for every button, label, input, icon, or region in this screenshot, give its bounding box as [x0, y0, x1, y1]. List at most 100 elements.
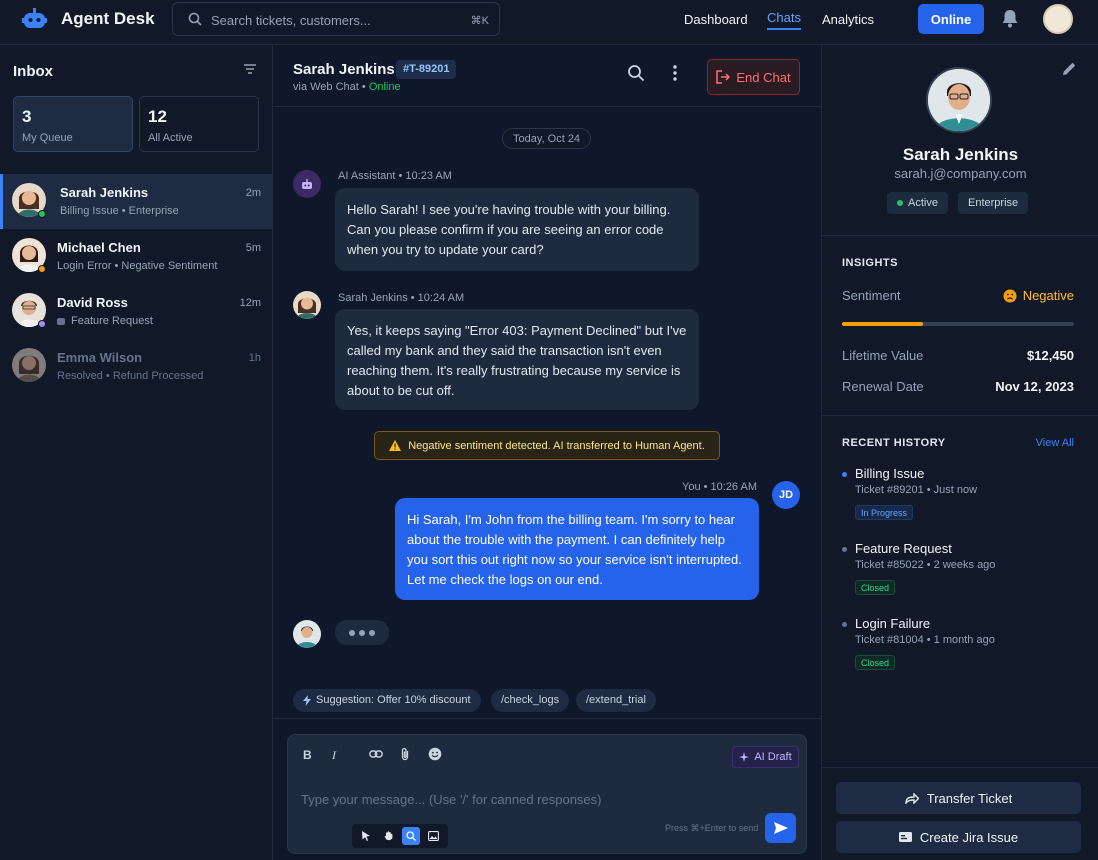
search-icon[interactable]: [627, 64, 645, 82]
card-label: All Active: [148, 132, 193, 144]
renewal-date-label: Renewal Date: [842, 379, 924, 394]
status-dot: [38, 265, 46, 273]
conversation-item[interactable]: Sarah Jenkins Billing Issue • Enterprise…: [0, 174, 272, 229]
message-input[interactable]: Type your message... (Use '/' for canned…: [301, 792, 602, 807]
send-button[interactable]: [765, 813, 796, 843]
nav-dashboard[interactable]: Dashboard: [684, 12, 748, 27]
zoom-tool-icon[interactable]: [402, 827, 421, 845]
timeline-dot: [842, 547, 847, 552]
message-bubble: Yes, it keeps saying "Error 403: Payment…: [335, 309, 699, 410]
robot-icon: [57, 317, 65, 325]
tool-palette: [352, 824, 448, 848]
divider: [822, 767, 1098, 768]
transfer-ticket-button[interactable]: Transfer Ticket: [836, 782, 1081, 814]
transfer-label: Transfer Ticket: [926, 790, 1013, 806]
create-jira-issue-button[interactable]: Create Jira Issue: [836, 821, 1081, 853]
sparkle-icon: [739, 751, 750, 763]
nav-chats[interactable]: Chats: [767, 10, 801, 30]
emoji-icon[interactable]: [428, 747, 442, 761]
customer-profile-panel: Sarah Jenkins sarah.j@company.com Active…: [821, 45, 1098, 860]
bold-button[interactable]: B: [303, 748, 312, 762]
jira-label: Create Jira Issue: [919, 829, 1019, 845]
avatar[interactable]: [1043, 4, 1073, 34]
top-bar: Agent Desk Search tickets, customers... …: [0, 0, 1098, 45]
suggestion-chip[interactable]: Suggestion: Offer 10% discount: [293, 689, 481, 712]
app-name: Agent Desk: [61, 9, 155, 28]
ticket-badge: #T-89201: [396, 60, 457, 79]
bell-icon[interactable]: [1001, 9, 1019, 28]
history-title: Feature Request: [855, 541, 952, 556]
conversation-subtitle: Login Error • Negative Sentiment: [57, 260, 218, 272]
divider: [822, 415, 1098, 416]
search-shortcut: ⌘K: [470, 15, 489, 27]
status-dot: [897, 200, 903, 206]
channel-label: via Web Chat •: [293, 81, 366, 93]
date-divider: Today, Oct 24: [502, 128, 592, 149]
attachment-icon[interactable]: [400, 747, 410, 761]
avatar: [12, 348, 46, 382]
ticket-icon: [898, 832, 912, 842]
lightning-icon: [303, 695, 311, 706]
sentiment-alert: Negative sentiment detected. AI transfer…: [374, 431, 720, 460]
chat-channel: via Web Chat • Online: [293, 81, 401, 93]
agent-avatar: JD: [772, 481, 800, 509]
conversation-time: 2m: [245, 187, 261, 199]
conversation-item[interactable]: Emma Wilson Resolved • Refund Processed …: [0, 339, 272, 394]
more-options-icon[interactable]: [672, 64, 678, 82]
pointer-tool-icon[interactable]: [357, 827, 375, 845]
conversation-subtitle: Feature Request: [57, 315, 153, 327]
canned-response-chip[interactable]: /extend_trial: [576, 689, 656, 712]
lifetime-value: $12,450: [1027, 348, 1074, 363]
search-icon: [188, 12, 202, 26]
sentiment-bar: [842, 322, 1074, 326]
ai-draft-label: AI Draft: [754, 751, 792, 763]
plan-badge: Enterprise: [958, 192, 1029, 214]
online-status: Online: [368, 81, 401, 93]
image-tool-icon[interactable]: [425, 827, 443, 845]
conversation-time: 1h: [248, 352, 261, 364]
message-meta: Sarah Jenkins • 10:24 AM: [338, 292, 465, 304]
card-count: 3: [22, 107, 32, 126]
end-chat-button[interactable]: End Chat: [707, 59, 800, 95]
message-meta: You • 10:26 AM: [682, 481, 758, 493]
inbox-sidebar: Inbox 3 My Queue 12 All Active Sarah Jen…: [0, 45, 273, 860]
warning-icon: [389, 440, 402, 451]
lifetime-value-label: Lifetime Value: [842, 348, 924, 363]
conversation-item[interactable]: David Ross Feature Request 12m: [0, 284, 272, 339]
sentiment-text: Negative: [1022, 288, 1074, 303]
chat-panel: Sarah Jenkins #T-89201 via Web Chat • On…: [273, 45, 821, 860]
canned-response-chip[interactable]: /check_logs: [491, 689, 570, 712]
ai-draft-button[interactable]: AI Draft: [732, 746, 799, 768]
conversation-item[interactable]: Michael Chen Login Error • Negative Sent…: [0, 229, 272, 284]
online-status-button[interactable]: Online: [918, 4, 984, 34]
nav-analytics[interactable]: Analytics: [822, 12, 874, 27]
card-count: 12: [148, 107, 167, 126]
search-input[interactable]: Search tickets, customers... ⌘K: [172, 2, 500, 36]
send-hint: Press ⌘+Enter to send: [665, 823, 759, 833]
link-icon[interactable]: [369, 749, 383, 759]
sentiment-label: Sentiment: [842, 288, 901, 303]
filter-icon[interactable]: [243, 63, 257, 75]
status-badge: Closed: [855, 580, 896, 595]
my-queue-card[interactable]: 3 My Queue: [13, 96, 133, 152]
conversation-name: Emma Wilson: [57, 350, 143, 365]
edit-icon[interactable]: [1062, 61, 1077, 76]
history-subtitle: Ticket #89201 • Just now: [855, 484, 978, 496]
history-title: Login Failure: [855, 616, 931, 631]
send-icon: [773, 822, 788, 834]
typing-indicator: [335, 620, 389, 645]
robot-logo-icon: [22, 8, 47, 30]
composer-area: B I AI Draft Type your message... (Use '…: [273, 718, 821, 860]
message-bubble: Hi Sarah, I'm John from the billing team…: [395, 498, 759, 600]
italic-button[interactable]: I: [332, 748, 336, 763]
view-all-link[interactable]: View All: [1036, 437, 1074, 449]
status-badge: Closed: [855, 655, 896, 670]
exit-icon: [716, 70, 731, 84]
conversation-subtitle-text: Feature Request: [71, 315, 153, 327]
all-active-card[interactable]: 12 All Active: [139, 96, 259, 152]
status-label: Active: [908, 197, 938, 209]
card-label: My Queue: [22, 132, 73, 144]
hand-tool-icon[interactable]: [380, 827, 398, 845]
conversation-name: David Ross: [57, 295, 128, 310]
status-dot: [38, 210, 46, 218]
